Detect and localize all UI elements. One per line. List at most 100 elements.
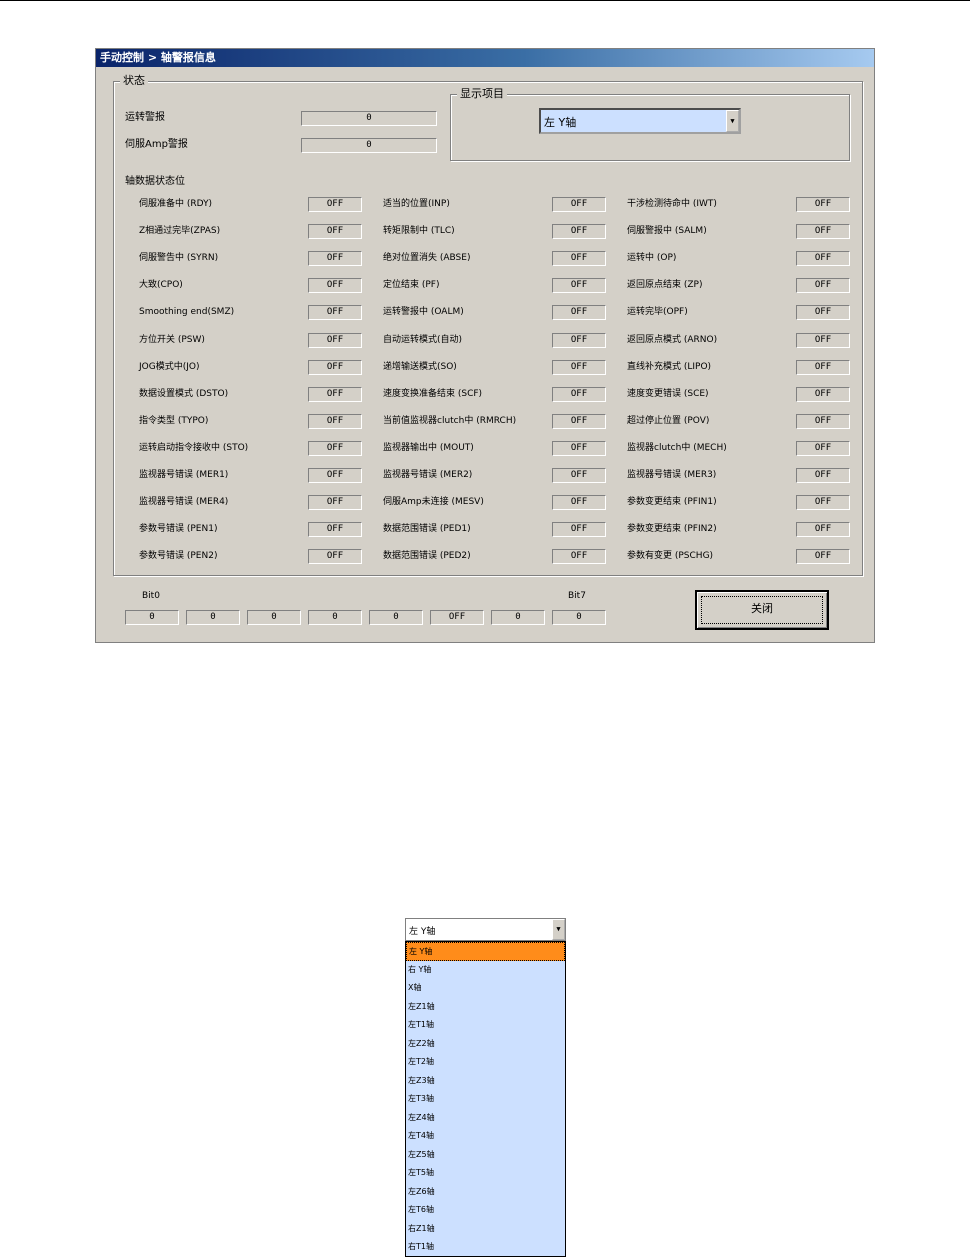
axis-select-expanded[interactable]: 左 Y轴 ▼ bbox=[405, 918, 566, 941]
status-value: OFF bbox=[552, 278, 606, 294]
dropdown-option[interactable]: 左Z4轴 bbox=[406, 1109, 565, 1128]
status-label: 参数有变更 (PSCHG) bbox=[627, 551, 714, 562]
status-value: OFF bbox=[796, 413, 850, 429]
status-value: OFF bbox=[308, 468, 362, 483]
status-value: OFF bbox=[552, 359, 606, 375]
status-value: OFF bbox=[552, 224, 606, 240]
dropdown-option[interactable]: 左T3轴 bbox=[406, 1090, 565, 1109]
status-value: OFF bbox=[308, 440, 362, 456]
status-value: OFF bbox=[308, 386, 362, 402]
close-button[interactable]: 关闭 bbox=[695, 590, 829, 630]
operation-alarm-value: 0 bbox=[301, 111, 437, 126]
dropdown-option[interactable]: 左Z5轴 bbox=[406, 1146, 565, 1165]
dropdown-option[interactable]: 右Z1轴 bbox=[406, 1220, 565, 1239]
status-label: 自动运转模式(自动) bbox=[383, 334, 463, 345]
status-label: 参数变更结束 (PFIN1) bbox=[627, 497, 717, 508]
status-label: 参数变更结束 (PFIN2) bbox=[627, 524, 717, 535]
status-group-label: 状态 bbox=[120, 74, 148, 88]
status-label: 速度变更错误 (SCE) bbox=[627, 388, 709, 399]
status-label: 绝对位置消失 (ABSE) bbox=[383, 253, 471, 264]
status-value: OFF bbox=[552, 305, 606, 321]
axis-dropdown-list: 左 Y轴右 Y轴 X轴 左Z1轴 左T1轴 左Z2轴 左T2轴 左Z3轴 左T3轴 左Z4轴 左T… bbox=[405, 941, 566, 1257]
status-label: 监视器号错误 (MER2) bbox=[383, 470, 473, 480]
dropdown-option[interactable]: 左 Y轴 bbox=[406, 942, 565, 961]
status-value: OFF bbox=[796, 386, 850, 402]
dropdown-option[interactable]: 左T6轴 bbox=[406, 1201, 565, 1220]
axis-select-value: 左 Y轴 bbox=[544, 116, 577, 129]
dropdown-option[interactable]: 右T1轴 bbox=[406, 1238, 565, 1257]
status-label: 伺服警报中 (SALM) bbox=[627, 226, 707, 237]
dropdown-option[interactable]: 左Z2轴 bbox=[406, 1035, 565, 1054]
status-label: 数据范围错误 (PED1) bbox=[383, 524, 471, 535]
dropdown-option[interactable]: 左T1轴 bbox=[406, 1016, 565, 1035]
dropdown-option[interactable]: 左Z3轴 bbox=[406, 1072, 565, 1091]
status-value: OFF bbox=[308, 359, 362, 375]
bit-value: 0 bbox=[491, 610, 545, 625]
status-value: OFF bbox=[308, 224, 362, 240]
status-label: 转矩限制中 (TLC) bbox=[383, 226, 455, 237]
chevron-down-icon[interactable]: ▼ bbox=[552, 919, 565, 940]
status-label: 监视器号错误 (MER4) bbox=[139, 497, 229, 508]
status-value: OFF bbox=[308, 197, 362, 212]
operation-alarm-label: 运转警报 bbox=[125, 112, 165, 123]
status-label: 大致(CPO) bbox=[139, 280, 183, 291]
status-value: OFF bbox=[796, 197, 850, 212]
status-label: 直线补充模式 (LIPO) bbox=[627, 361, 712, 372]
status-label: 返回原点结束 (ZP) bbox=[627, 280, 703, 291]
status-value: OFF bbox=[796, 522, 850, 538]
axis-select-expanded-value: 左 Y轴 bbox=[409, 927, 436, 937]
axis-select[interactable]: 左 Y轴 ▼ bbox=[539, 108, 741, 134]
status-value: OFF bbox=[796, 251, 850, 267]
status-value: OFF bbox=[552, 197, 606, 212]
status-value: OFF bbox=[308, 522, 362, 538]
status-label: 运转启动指令接收中 (STO) bbox=[139, 442, 249, 453]
status-value: OFF bbox=[308, 549, 362, 565]
status-value: OFF bbox=[796, 440, 850, 456]
dropdown-option[interactable]: 左Z1轴 bbox=[406, 998, 565, 1017]
status-label: 数据范围错误 (PED2) bbox=[383, 551, 471, 562]
status-value: OFF bbox=[308, 332, 362, 348]
status-label: Smoothing end(SMZ) bbox=[139, 307, 235, 318]
status-label: 定位结束 (PF) bbox=[383, 280, 440, 291]
display-item-group-label: 显示项目 bbox=[457, 87, 507, 101]
status-label: 运转中 (OP) bbox=[627, 253, 677, 264]
status-value: OFF bbox=[308, 413, 362, 429]
status-label: 递增输送模式(SO) bbox=[383, 361, 457, 372]
status-value: OFF bbox=[552, 440, 606, 456]
bit-value: 0 bbox=[308, 610, 362, 625]
dropdown-option[interactable]: 左T4轴 bbox=[406, 1127, 565, 1146]
status-label: 当前值监视器clutch中 (RMRCH) bbox=[383, 415, 517, 426]
status-label: 指令类型 (TYPO) bbox=[139, 415, 209, 426]
status-label: Z相通过完毕(ZPAS) bbox=[139, 226, 221, 237]
bit-value: 0 bbox=[186, 610, 240, 625]
dropdown-option[interactable]: 左T2轴 bbox=[406, 1053, 565, 1072]
bit-value: OFF bbox=[430, 610, 484, 625]
status-value: OFF bbox=[308, 495, 362, 511]
display-item-group: 显示项目 左 Y轴 ▼ bbox=[450, 87, 850, 161]
page-top-rule bbox=[0, 0, 970, 1]
axis-status-heading: 轴数据状态位 bbox=[125, 176, 185, 187]
close-button-label: 关闭 bbox=[751, 602, 773, 615]
status-label: JOG模式中(JO) bbox=[139, 361, 200, 372]
status-value: OFF bbox=[796, 305, 850, 321]
status-label: 监视器号错误 (MER3) bbox=[627, 470, 717, 480]
dropdown-option[interactable]: 左T5轴 bbox=[406, 1164, 565, 1183]
status-label: 伺服Amp未连接 (MESV) bbox=[383, 497, 484, 508]
status-label: 适当的位置(INP) bbox=[383, 199, 450, 209]
status-value: OFF bbox=[796, 549, 850, 565]
dropdown-option[interactable]: X轴 bbox=[406, 979, 565, 998]
window-title: 手动控制 > 轴警报信息 bbox=[96, 49, 874, 67]
chevron-down-icon[interactable]: ▼ bbox=[726, 110, 739, 132]
status-label: 方位开关 (PSW) bbox=[139, 334, 205, 345]
status-label: 监视器号错误 (MER1) bbox=[139, 470, 229, 480]
bit-value: 0 bbox=[125, 610, 179, 625]
status-label: 数据设置模式 (DSTO) bbox=[139, 388, 229, 399]
status-value: OFF bbox=[552, 549, 606, 565]
bit7-label: Bit7 bbox=[568, 591, 586, 601]
status-value: OFF bbox=[552, 386, 606, 402]
status-label: 监视器clutch中 (MECH) bbox=[627, 442, 727, 453]
dropdown-option[interactable]: 右 Y轴 bbox=[406, 961, 565, 980]
dropdown-option[interactable]: 左Z6轴 bbox=[406, 1183, 565, 1202]
status-value: OFF bbox=[796, 495, 850, 511]
status-value: OFF bbox=[308, 278, 362, 294]
